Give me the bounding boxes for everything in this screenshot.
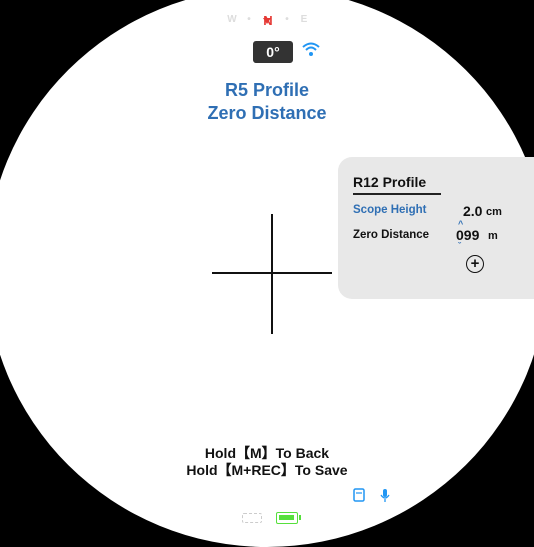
hint-save: Hold【M+REC】To Save	[186, 462, 348, 478]
zero-distance-unit: m	[488, 230, 498, 242]
add-button[interactable]: +	[466, 255, 484, 273]
page-subtitle: Zero Distance	[207, 103, 327, 123]
profile-panel: R12 Profile Scope Height 2.0 cm ^ Zero D…	[338, 157, 534, 299]
decrement-caret-icon[interactable]: ˇ	[458, 241, 461, 251]
auto-mode-icon: A	[226, 41, 241, 56]
compass-dot: •	[285, 14, 289, 25]
angle-icon	[324, 488, 338, 505]
distance-label: 900m	[204, 488, 240, 504]
clock: 12:00PM	[332, 41, 393, 58]
tracking-off-icon: OFF	[298, 488, 314, 507]
range-profile-label: R10	[166, 488, 192, 504]
crosshair-vertical	[271, 214, 273, 334]
moon-icon: ☾	[200, 43, 215, 60]
compass-dot: •	[247, 14, 251, 25]
svg-text:OFF: OFF	[301, 499, 313, 504]
bottom-status-bar: R10 900m 3.7x OFF	[0, 485, 534, 511]
battery-tip	[299, 515, 301, 520]
compass-n: N	[263, 13, 273, 28]
zero-distance-label[interactable]: Zero Distance	[353, 229, 429, 241]
battery-icon	[276, 512, 298, 524]
compass-w: W	[227, 14, 237, 25]
wifi-icon	[302, 41, 320, 62]
scope-height-label[interactable]: Scope Height	[353, 204, 426, 216]
target-icon	[176, 41, 190, 55]
compass-e: E	[300, 14, 308, 25]
storage-battery-row	[0, 512, 534, 526]
document-icon	[353, 488, 365, 505]
mode-label: WH	[146, 41, 173, 58]
scope-height-value[interactable]: 2.0	[463, 203, 482, 219]
sd-card-icon	[242, 513, 262, 523]
panel-title: R12 Profile	[353, 174, 427, 190]
tilt-angle: 0°	[253, 41, 293, 63]
battery-fill	[279, 515, 294, 520]
zoom-label: 3.7x	[258, 488, 285, 504]
top-status-bar: WH ☾ A 0° 12:00PM	[0, 37, 534, 63]
panel-title-underline	[353, 193, 441, 195]
microphone-icon	[380, 488, 390, 506]
scope-height-unit: cm	[486, 206, 502, 218]
page-title: R5 Profile	[224, 80, 310, 100]
compass-strip: W • N • E	[0, 13, 534, 34]
